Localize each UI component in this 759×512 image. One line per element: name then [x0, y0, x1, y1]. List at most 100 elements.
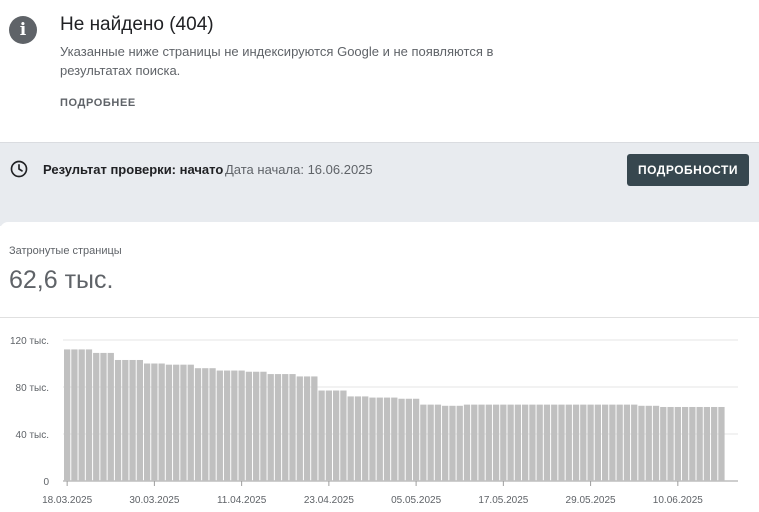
chart-bar — [667, 406, 674, 481]
x-tick-label: 10.06.2025 — [653, 495, 703, 506]
chart-bar — [376, 397, 383, 481]
chart-bar — [245, 371, 253, 481]
chart-bar — [78, 349, 85, 481]
chart-bar — [187, 364, 194, 481]
validation-status-label: Результат проверки: начато — [43, 162, 224, 177]
x-tick-label: 23.04.2025 — [304, 495, 354, 506]
y-tick-label: 40 тыс. — [16, 430, 49, 441]
chart-bar — [551, 404, 558, 481]
chart-bar — [223, 370, 231, 481]
chart-bar — [638, 405, 645, 481]
learn-more-link[interactable]: ПОДРОБНЕЕ — [60, 97, 136, 109]
y-tick-label: 0 — [43, 477, 49, 488]
chart-bar — [543, 404, 551, 481]
chart-bar — [100, 352, 107, 481]
chart-bar — [609, 404, 616, 481]
x-tick-label: 30.03.2025 — [129, 495, 179, 506]
chart-bar — [71, 349, 78, 481]
chart-bar — [485, 404, 492, 481]
chart-bar — [623, 404, 631, 481]
chart-bar — [565, 404, 572, 481]
chart-bar — [674, 406, 681, 481]
chart-bar — [449, 405, 456, 481]
metric-value: 62,6 тыс. — [9, 266, 114, 294]
chart-bar — [267, 374, 274, 481]
chart-bar — [652, 405, 660, 481]
chart-bar — [492, 404, 500, 481]
chart-bar — [216, 370, 223, 481]
chart-bar — [369, 397, 376, 481]
chart-bar — [151, 363, 158, 481]
chart-bar — [340, 390, 347, 481]
chart-bar — [631, 404, 638, 481]
affected-pages-chart: 0 40 тыс. 80 тыс. 120 тыс. 18.03.2025 30.03.2… — [10, 336, 738, 506]
chart-bar — [318, 390, 325, 481]
chart-bar — [420, 404, 427, 481]
validation-status-bar: Результат проверки: начато Дата начала: … — [0, 142, 759, 196]
chart-bar — [274, 374, 282, 481]
details-button[interactable]: ПОДРОБНОСТИ — [627, 154, 749, 186]
chart-bar — [536, 404, 543, 481]
chart-bar — [601, 404, 609, 481]
x-tick-label: 17.05.2025 — [478, 495, 528, 506]
chart-bar — [703, 406, 711, 481]
chart-bar — [296, 376, 303, 481]
chart-bar — [173, 364, 180, 481]
chart-bar — [325, 390, 333, 481]
page-title: Не найдено (404) — [60, 14, 214, 35]
chart-bar — [471, 404, 478, 481]
issue-description: Указанные ниже страницы не индексируются… — [60, 44, 494, 78]
chart-bar — [93, 352, 100, 481]
chart-bar — [136, 359, 143, 481]
clock-icon — [10, 160, 28, 178]
chart-bar — [580, 404, 587, 481]
chart-bar — [354, 396, 362, 481]
chart-bar — [514, 404, 522, 481]
chart-bar — [645, 405, 652, 481]
chart-bar — [194, 368, 202, 481]
chart-bar — [405, 398, 412, 481]
chart-bar — [143, 363, 151, 481]
chart-bar — [209, 368, 216, 481]
chart-bar — [253, 371, 260, 481]
chart-bar — [303, 376, 311, 481]
chart-bar — [332, 390, 340, 481]
chart-bar — [456, 405, 463, 481]
chart-bar — [427, 404, 434, 481]
info-icon: i — [9, 16, 37, 44]
chart-bar — [114, 359, 122, 481]
chart-bar — [412, 398, 420, 481]
chart-bar — [282, 374, 289, 481]
x-tick-label: 18.03.2025 — [42, 495, 92, 506]
chart-bar — [660, 406, 667, 481]
chart-bar — [383, 397, 391, 481]
chart-bar — [442, 405, 449, 481]
chart-bar — [64, 349, 71, 481]
chart-bar — [398, 398, 405, 481]
x-tick-label: 05.05.2025 — [391, 495, 441, 506]
chart-bar — [434, 404, 442, 481]
issue-header: i Не найдено (404) Указанные ниже страни… — [0, 0, 759, 142]
chart-bar — [594, 404, 602, 481]
chart-bar — [158, 363, 165, 481]
chart-bar — [587, 404, 594, 481]
chart-bar — [122, 359, 129, 481]
chart-bar — [165, 364, 173, 481]
chart-bar — [260, 371, 267, 481]
chart-bar — [616, 404, 623, 481]
chart-bar — [529, 404, 536, 481]
chart-bar — [362, 396, 369, 481]
chart-bar — [507, 404, 514, 481]
y-tick-label: 120 тыс. — [10, 336, 49, 347]
chart-bar — [572, 404, 580, 481]
chart-bar — [711, 406, 718, 481]
chart-bar — [202, 368, 209, 481]
validation-start-date: Дата начала: 16.06.2025 — [225, 162, 373, 177]
chart-bar — [391, 397, 398, 481]
y-tick-label: 80 тыс. — [16, 383, 49, 394]
chart-bar — [478, 404, 485, 481]
chart-bar — [558, 404, 565, 481]
chart-bar — [180, 364, 187, 481]
chart-bar — [718, 406, 725, 481]
chart-bar — [696, 406, 703, 481]
